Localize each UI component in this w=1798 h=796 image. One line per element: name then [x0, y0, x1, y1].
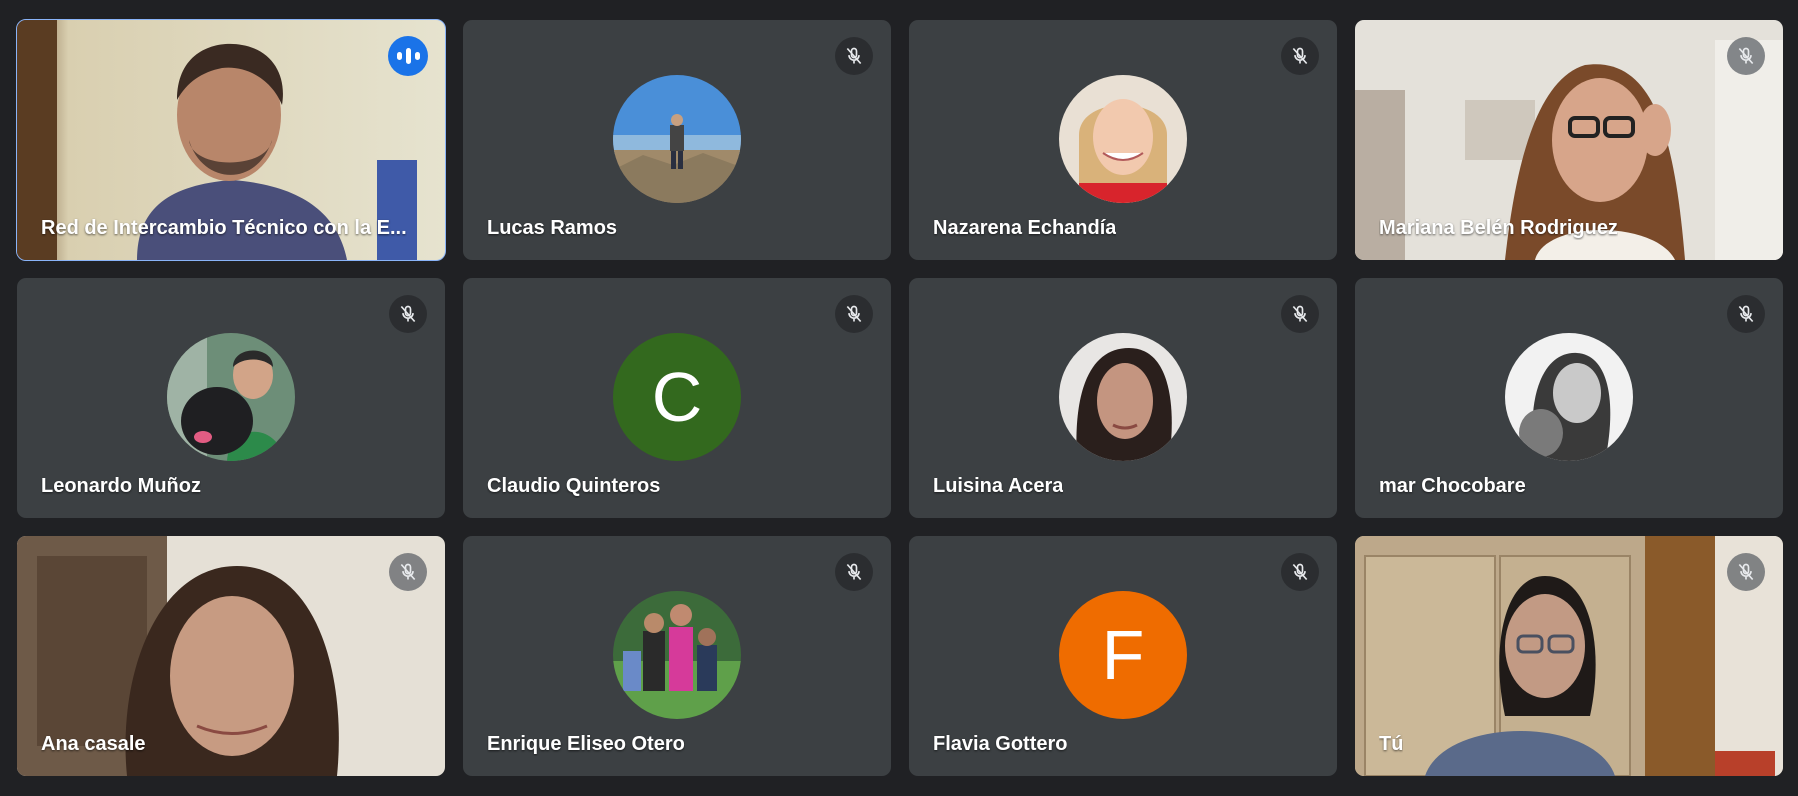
- mic-off-icon: [389, 295, 427, 333]
- participant-name: Mariana Belén Rodriguez: [1379, 217, 1618, 239]
- participant-tile[interactable]: Ana casale: [17, 536, 445, 776]
- avatar: [613, 75, 741, 203]
- participant-name: Enrique Eliseo Otero: [487, 733, 685, 755]
- participant-name: Tú: [1379, 733, 1404, 755]
- participant-name: Nazarena Echandía: [933, 217, 1117, 239]
- mic-off-icon: [1281, 37, 1319, 75]
- mic-off-icon: [389, 553, 427, 591]
- participant-name: Ana casale: [41, 733, 146, 755]
- mic-off-icon: [835, 295, 873, 333]
- avatar: F: [1059, 591, 1187, 719]
- participant-name: Claudio Quinteros: [487, 475, 661, 497]
- avatar: [1059, 75, 1187, 203]
- participant-tile[interactable]: Enrique Eliseo Otero: [463, 536, 891, 776]
- participant-tile[interactable]: Mariana Belén Rodriguez: [1355, 20, 1783, 260]
- participant-tile[interactable]: mar Chocobare: [1355, 278, 1783, 518]
- participant-tile[interactable]: C Claudio Quinteros: [463, 278, 891, 518]
- participant-name: Flavia Gottero: [933, 733, 1068, 755]
- mic-off-icon: [1727, 295, 1765, 333]
- avatar: [613, 591, 741, 719]
- mic-off-icon: [1281, 553, 1319, 591]
- avatar: C: [613, 333, 741, 461]
- participant-name: Leonardo Muñoz: [41, 475, 201, 497]
- mic-off-icon: [835, 553, 873, 591]
- participant-name: Red de Intercambio Técnico con la E...: [41, 217, 407, 239]
- participant-tile[interactable]: Leonardo Muñoz: [17, 278, 445, 518]
- participant-tile[interactable]: Lucas Ramos: [463, 20, 891, 260]
- avatar: [1059, 333, 1187, 461]
- participant-tile[interactable]: Luisina Acera: [909, 278, 1337, 518]
- speaking-indicator-icon: [388, 36, 428, 76]
- mic-off-icon: [1727, 553, 1765, 591]
- participant-video: [1355, 536, 1783, 776]
- avatar: [167, 333, 295, 461]
- participant-tile-self[interactable]: Tú: [1355, 536, 1783, 776]
- mic-off-icon: [1281, 295, 1319, 333]
- participant-grid: Red de Intercambio Técnico con la E... L…: [16, 19, 1784, 776]
- mic-off-icon: [1727, 37, 1765, 75]
- participant-tile[interactable]: Nazarena Echandía: [909, 20, 1337, 260]
- participant-name: Lucas Ramos: [487, 217, 618, 239]
- participant-name: Luisina Acera: [933, 475, 1064, 497]
- participant-name: mar Chocobare: [1379, 475, 1526, 497]
- mic-off-icon: [835, 37, 873, 75]
- avatar: [1505, 333, 1633, 461]
- participant-tile-speaking[interactable]: Red de Intercambio Técnico con la E...: [16, 19, 446, 261]
- participant-tile[interactable]: F Flavia Gottero: [909, 536, 1337, 776]
